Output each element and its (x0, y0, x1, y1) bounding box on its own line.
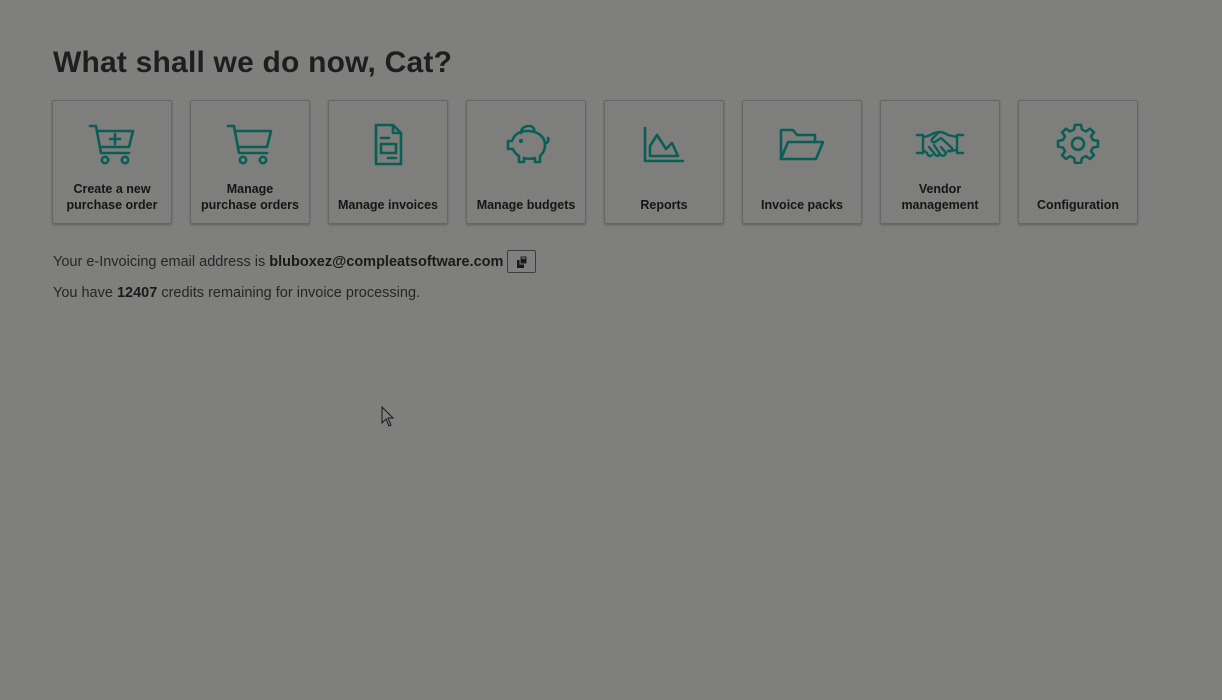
tile-manage-purchase-orders[interactable]: Manage purchase orders (190, 100, 310, 224)
tile-invoice-packs[interactable]: Invoice packs (742, 100, 862, 224)
tile-label: Vendor management (901, 182, 979, 212)
credits-count: 12407 (116, 285, 158, 301)
einvoicing-email-line: Your e-Invoicing email address is blubox… (53, 250, 537, 273)
copy-clipboard-icon (516, 255, 528, 268)
tile-vendor-management[interactable]: Vendor management (880, 100, 1000, 224)
copy-email-button[interactable] (507, 250, 537, 273)
invoice-document-icon (329, 123, 447, 167)
einvoicing-email: bluboxez@compleatsoftware.com (269, 253, 504, 270)
page-title: What shall we do now, Cat? (53, 46, 453, 79)
tile-configuration[interactable]: Configuration (1018, 100, 1138, 224)
cart-icon (191, 123, 309, 167)
dashboard-page: What shall we do now, Cat? Create a new … (0, 0, 1222, 700)
credits-prefix: You have (53, 285, 113, 301)
tile-label: Configuration (1037, 198, 1119, 212)
tile-label: Manage invoices (337, 198, 439, 212)
gear-icon (1019, 123, 1137, 167)
action-tiles: Create a new purchase order Manage purch… (52, 100, 1138, 224)
mouse-pointer-icon (381, 406, 395, 427)
tile-label: Manage purchase orders (201, 182, 299, 212)
tile-label: Reports (640, 198, 688, 212)
folder-open-icon (743, 123, 861, 167)
tile-manage-invoices[interactable]: Manage invoices (328, 100, 448, 224)
tile-create-purchase-order[interactable]: Create a new purchase order (52, 100, 172, 224)
tile-label: Create a new purchase order (66, 182, 158, 212)
einvoicing-prefix: Your e-Invoicing email address is (53, 253, 266, 270)
tile-label: Invoice packs (761, 198, 843, 212)
credits-suffix: credits remaining for invoice processing… (161, 285, 421, 301)
handshake-icon (881, 123, 999, 167)
cart-plus-icon (53, 123, 171, 167)
tile-reports[interactable]: Reports (604, 100, 724, 224)
tile-manage-budgets[interactable]: Manage budgets (466, 100, 586, 224)
credits-line: You have 12407 credits remaining for inv… (53, 285, 420, 301)
area-chart-icon (605, 123, 723, 167)
piggy-bank-icon (467, 123, 585, 167)
tile-label: Manage budgets (476, 198, 576, 212)
